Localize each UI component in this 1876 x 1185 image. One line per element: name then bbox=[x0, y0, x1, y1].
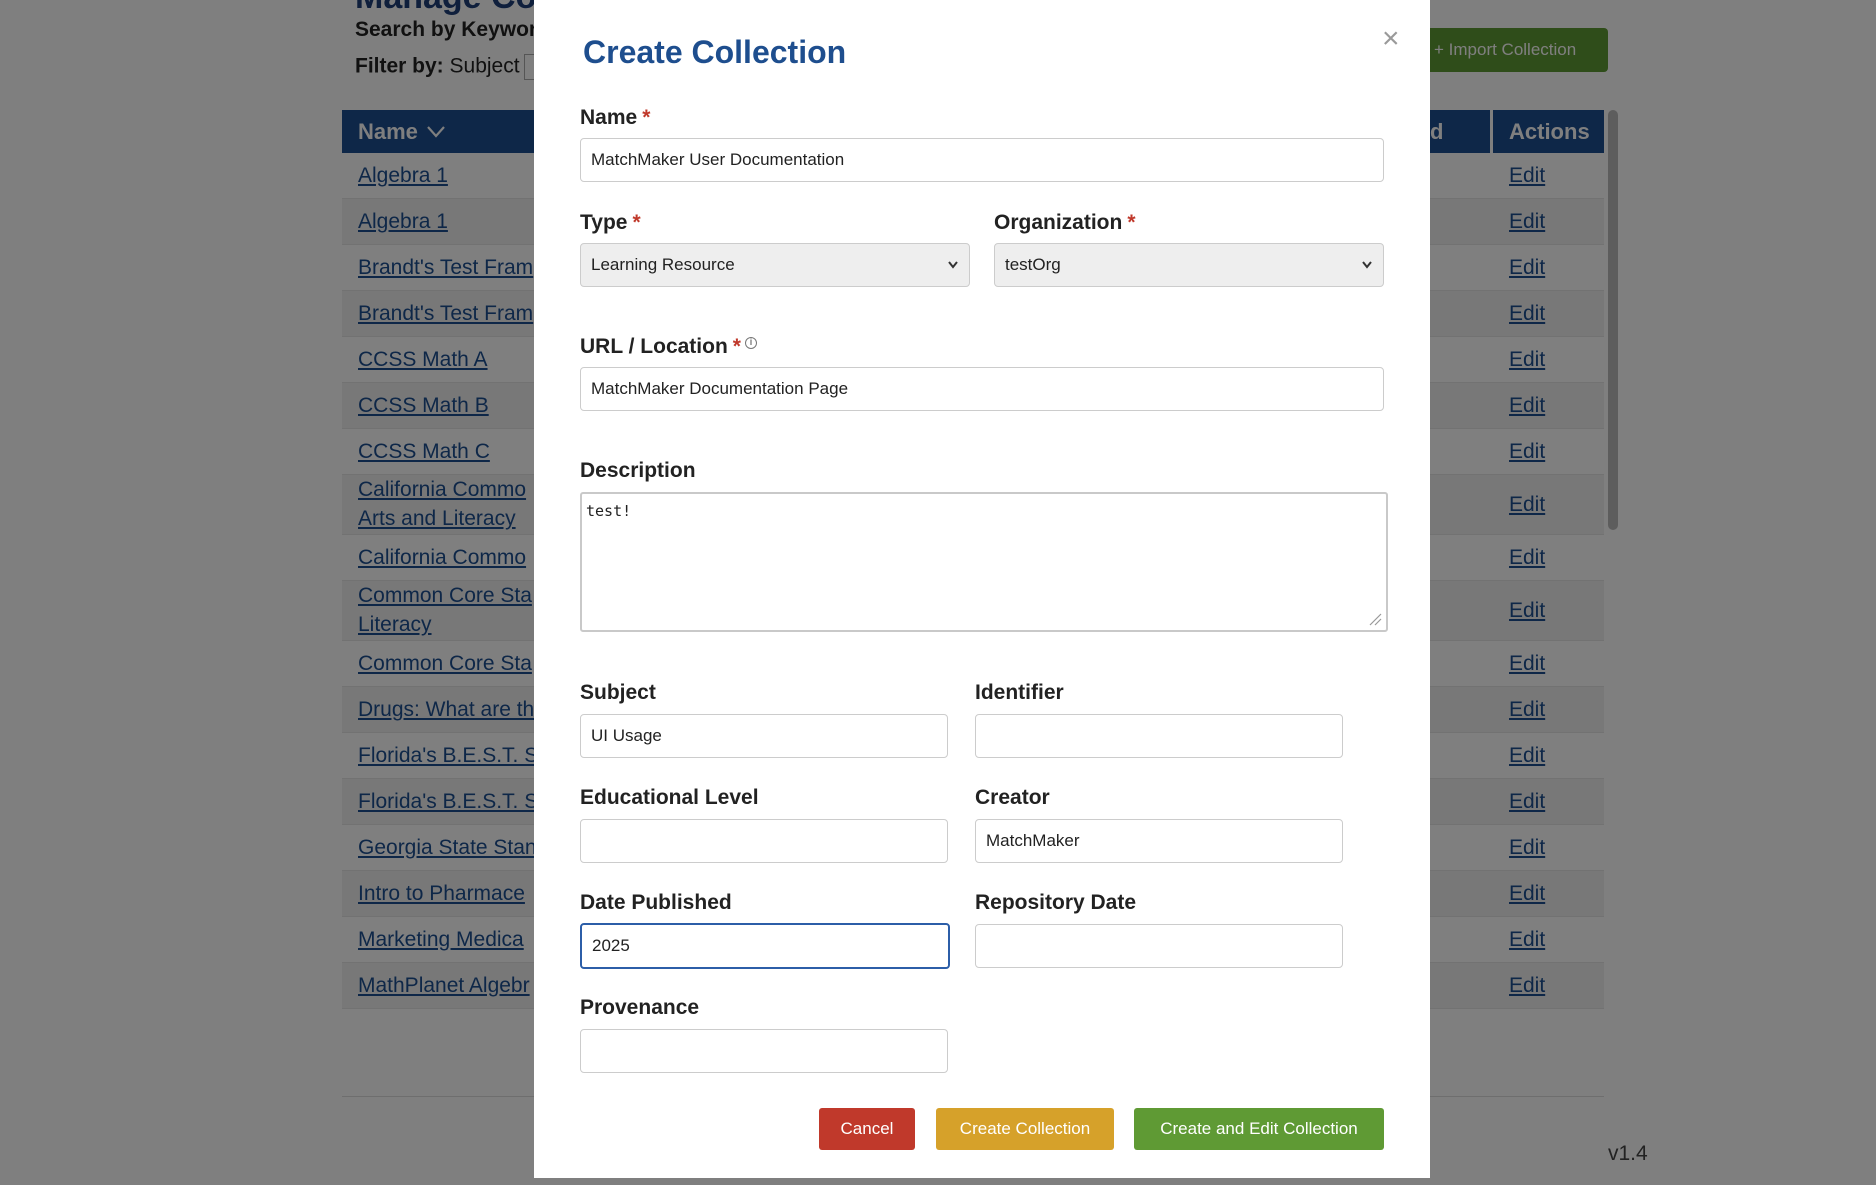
description-label: Description bbox=[580, 459, 696, 482]
subject-label: Subject bbox=[580, 681, 656, 704]
close-icon[interactable]: × bbox=[1382, 24, 1400, 54]
create-collection-modal: Create Collection × Name* Type* Learning… bbox=[534, 0, 1430, 1178]
type-select-value: Learning Resource bbox=[591, 255, 735, 274]
educational-level-label: Educational Level bbox=[580, 786, 759, 809]
date-published-input[interactable] bbox=[580, 923, 950, 969]
subject-input[interactable] bbox=[580, 714, 948, 758]
name-label: Name * bbox=[580, 106, 651, 129]
organization-select-value: testOrg bbox=[1005, 255, 1061, 274]
type-select[interactable]: Learning Resource bbox=[580, 243, 970, 287]
url-label: URL / Location * i bbox=[580, 335, 757, 359]
provenance-input[interactable] bbox=[580, 1029, 948, 1073]
educational-level-input[interactable] bbox=[580, 819, 948, 863]
url-input[interactable] bbox=[580, 367, 1384, 411]
resize-grip-icon[interactable] bbox=[1368, 612, 1382, 626]
repository-date-label: Repository Date bbox=[975, 891, 1137, 914]
organization-label: Organization * bbox=[994, 211, 1136, 234]
description-textarea[interactable]: test! bbox=[580, 492, 1388, 632]
create-and-edit-collection-button[interactable]: Create and Edit Collection bbox=[1134, 1108, 1384, 1150]
organization-select[interactable]: testOrg bbox=[994, 243, 1384, 287]
chevron-down-icon bbox=[947, 245, 959, 301]
date-published-label: Date Published bbox=[580, 891, 732, 914]
cancel-button[interactable]: Cancel bbox=[819, 1108, 915, 1150]
name-input[interactable] bbox=[580, 138, 1384, 182]
provenance-label: Provenance bbox=[580, 996, 700, 1019]
chevron-down-icon bbox=[1361, 245, 1373, 301]
info-icon[interactable]: i bbox=[744, 337, 757, 349]
creator-label: Creator bbox=[975, 786, 1050, 809]
type-label: Type * bbox=[580, 211, 641, 234]
repository-date-input[interactable] bbox=[975, 924, 1343, 968]
identifier-label: Identifier bbox=[975, 681, 1064, 704]
modal-title: Create Collection bbox=[583, 34, 847, 70]
creator-input[interactable] bbox=[975, 819, 1343, 863]
identifier-input[interactable] bbox=[975, 714, 1343, 758]
create-collection-button[interactable]: Create Collection bbox=[936, 1108, 1114, 1150]
